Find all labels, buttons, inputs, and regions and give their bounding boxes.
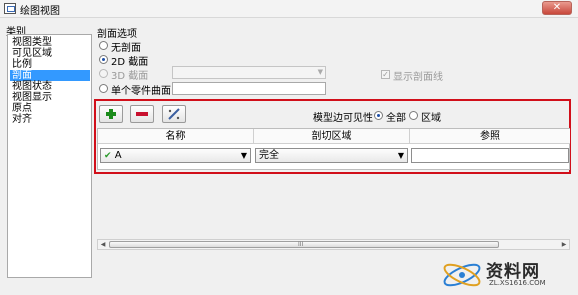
section-options-label: 剖面选项 bbox=[97, 29, 137, 40]
3d-section-select: ▼ bbox=[172, 66, 326, 79]
category-item-view-display[interactable]: 视图显示 bbox=[10, 92, 90, 103]
add-section-button[interactable] bbox=[99, 105, 123, 123]
section-table: 名称 剖切区域 参照 ✔ A ▼ 完全 ▼ bbox=[97, 128, 570, 170]
table-row-reference-field[interactable] bbox=[411, 148, 569, 163]
scrollbar-thumb[interactable]: III bbox=[109, 241, 499, 248]
row-name-value: A bbox=[114, 150, 122, 161]
window-icon bbox=[4, 3, 16, 14]
visibility-region-radio[interactable] bbox=[409, 111, 418, 120]
category-list[interactable]: 视图类型 可见区域 比例 剖面 视图状态 视图显示 原点 对齐 bbox=[7, 34, 92, 278]
category-item-alignment[interactable]: 对齐 bbox=[10, 114, 90, 125]
table-row-name-select[interactable]: ✔ A ▼ bbox=[100, 148, 251, 163]
scroll-left-icon[interactable]: ◀ bbox=[98, 240, 108, 249]
watermark-logo bbox=[443, 263, 481, 287]
column-header-name[interactable]: 名称 bbox=[98, 129, 254, 144]
scrollbar-grip: III bbox=[298, 241, 304, 248]
2d-section-radio[interactable] bbox=[99, 55, 108, 64]
single-part-surface-input[interactable] bbox=[172, 82, 326, 95]
3d-section-label: 3D 截面 bbox=[111, 71, 149, 82]
chevron-down-icon: ▼ bbox=[240, 151, 247, 160]
minus-icon bbox=[136, 112, 148, 116]
table-empty-area bbox=[97, 176, 570, 239]
close-button[interactable]: ✕ bbox=[542, 1, 572, 15]
pencil-icon bbox=[168, 108, 180, 120]
show-section-lines-label: 显示剖面线 bbox=[393, 72, 443, 83]
row-region-value: 完全 bbox=[259, 150, 279, 161]
plus-icon bbox=[106, 109, 116, 119]
check-icon: ✔ bbox=[104, 151, 112, 161]
table-row-region-select[interactable]: 完全 ▼ bbox=[255, 148, 408, 163]
category-item-origin[interactable]: 原点 bbox=[10, 103, 90, 114]
3d-section-radio bbox=[99, 69, 108, 78]
model-edge-visibility-label: 模型边可见性 bbox=[313, 113, 373, 124]
category-item-view-type[interactable]: 视图类型 bbox=[10, 37, 90, 48]
single-part-surface-radio[interactable] bbox=[99, 84, 108, 93]
visibility-region-label: 区域 bbox=[421, 113, 441, 124]
remove-section-button[interactable] bbox=[130, 105, 154, 123]
column-header-reference[interactable]: 参照 bbox=[410, 129, 570, 144]
column-header-cut-region[interactable]: 剖切区域 bbox=[254, 129, 410, 144]
chevron-down-icon: ▼ bbox=[397, 151, 404, 160]
window-title: 绘图视图 bbox=[20, 6, 60, 17]
scroll-right-icon[interactable]: ▶ bbox=[559, 240, 569, 249]
edit-section-button[interactable] bbox=[162, 105, 186, 123]
2d-section-label: 2D 截面 bbox=[111, 57, 149, 68]
category-item-section[interactable]: 剖面 bbox=[10, 70, 90, 81]
chevron-down-icon: ▼ bbox=[317, 68, 323, 76]
category-item-view-state[interactable]: 视图状态 bbox=[10, 81, 90, 92]
no-section-label: 无剖面 bbox=[111, 43, 141, 54]
visibility-all-label: 全部 bbox=[386, 113, 406, 124]
no-section-radio[interactable] bbox=[99, 41, 108, 50]
single-part-surface-label: 单个零件曲面 bbox=[111, 86, 171, 97]
title-bar bbox=[0, 0, 578, 18]
show-section-lines-checkbox: ✓ bbox=[381, 70, 390, 79]
category-item-scale[interactable]: 比例 bbox=[10, 59, 90, 70]
visibility-all-radio[interactable] bbox=[374, 111, 383, 120]
watermark-url: ZL.XS1616.COM bbox=[489, 279, 546, 287]
category-item-visible-area[interactable]: 可见区域 bbox=[10, 48, 90, 59]
horizontal-scrollbar[interactable]: ◀ III ▶ bbox=[97, 239, 570, 250]
